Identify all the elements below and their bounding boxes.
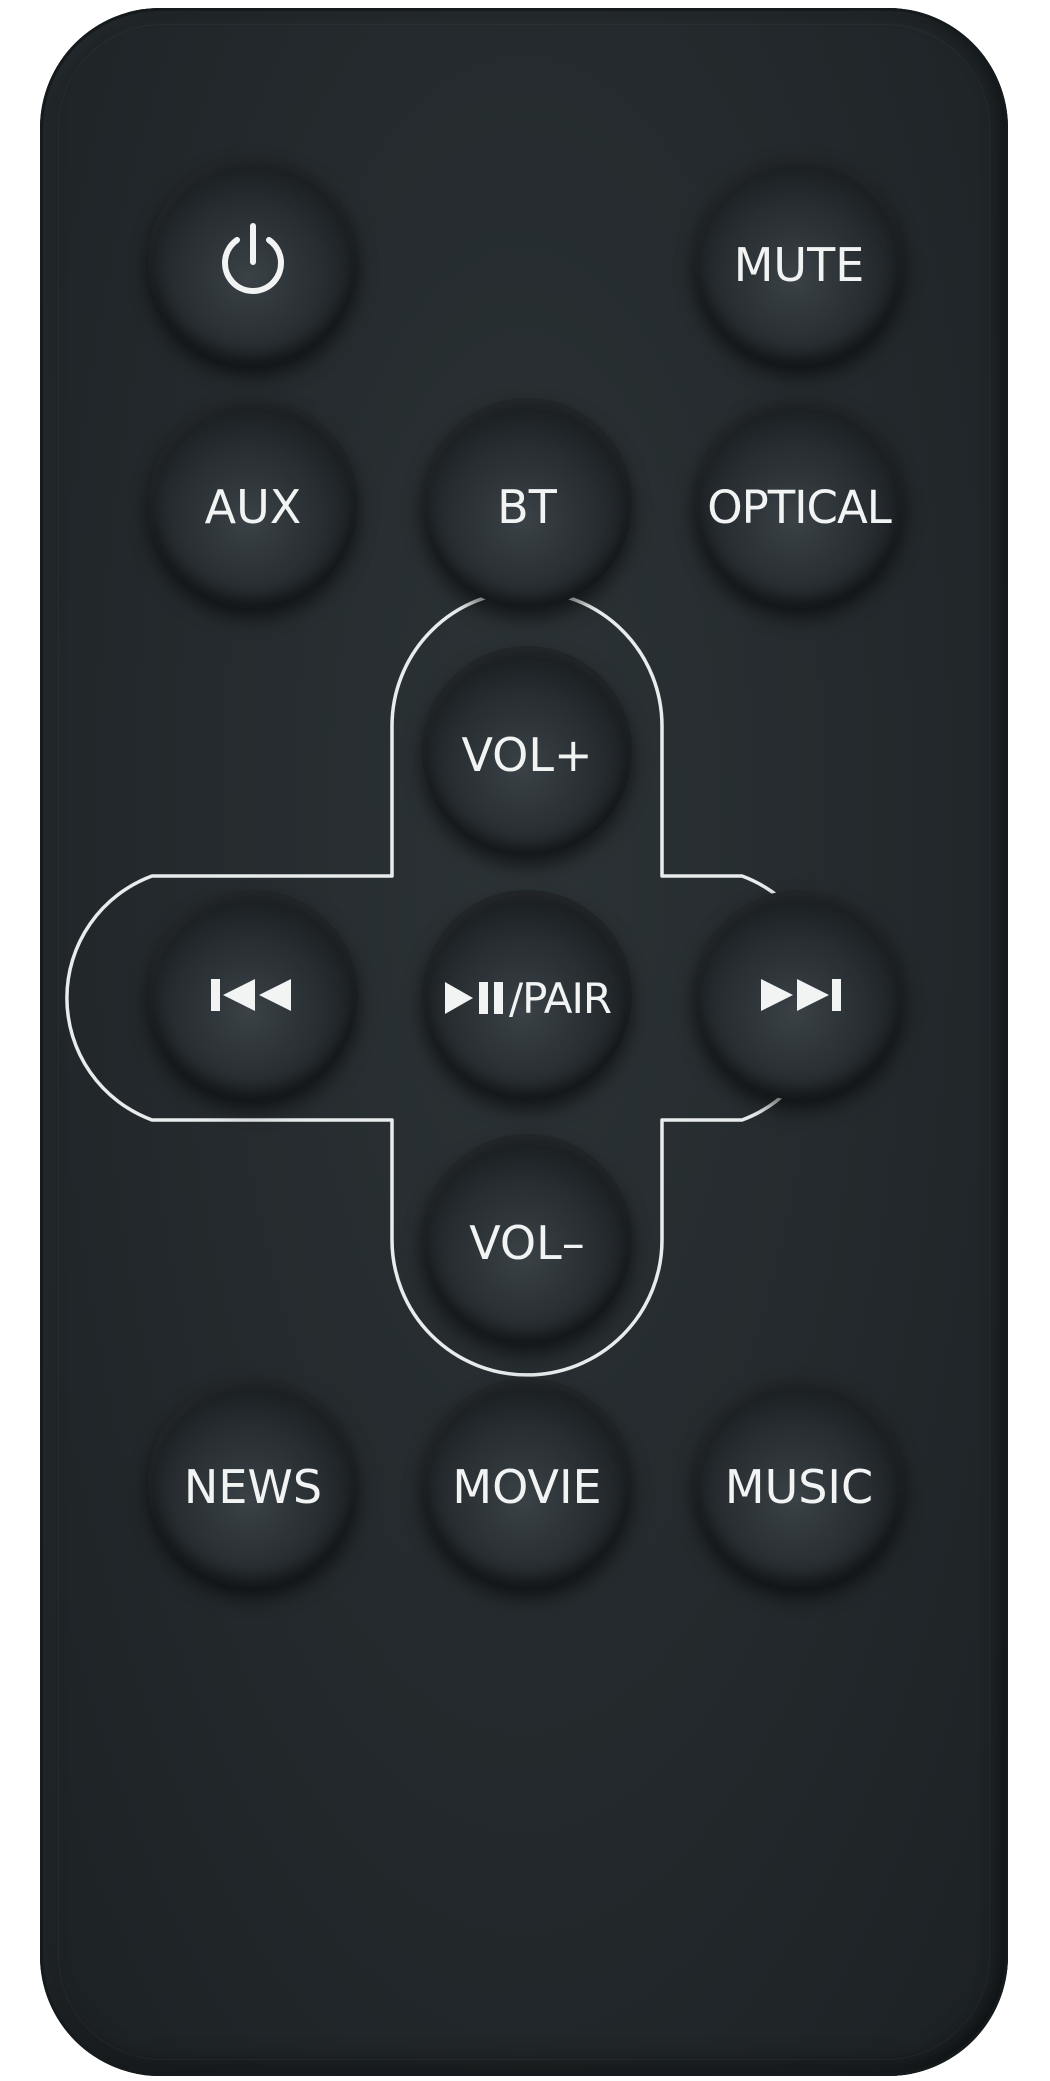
power-button[interactable] (148, 156, 358, 366)
mute-button[interactable]: MUTE (694, 156, 904, 366)
optical-label: OPTICAL (707, 480, 892, 534)
bt-label: BT (497, 480, 557, 534)
volume-up-label: VOL+ (461, 728, 593, 782)
power-icon (213, 218, 293, 304)
music-button[interactable]: MUSIC (694, 1378, 904, 1588)
previous-track-button[interactable] (148, 890, 358, 1100)
news-button[interactable]: NEWS (148, 1378, 358, 1588)
volume-down-label: VOL– (469, 1216, 585, 1270)
movie-label: MOVIE (452, 1460, 602, 1514)
previous-track-icon (207, 975, 299, 1015)
volume-up-button[interactable]: VOL+ (422, 646, 632, 856)
mute-label: MUTE (733, 238, 865, 292)
aux-label: AUX (204, 480, 302, 534)
optical-button[interactable]: OPTICAL (694, 398, 904, 608)
bt-button[interactable]: BT (422, 398, 632, 608)
news-label: NEWS (183, 1460, 323, 1514)
movie-button[interactable]: MOVIE (422, 1378, 632, 1588)
play-pause-pair-button[interactable]: /PAIR (422, 890, 632, 1100)
music-label: MUSIC (724, 1460, 874, 1514)
aux-button[interactable]: AUX (148, 398, 358, 608)
next-track-icon (753, 975, 845, 1015)
volume-down-button[interactable]: VOL– (422, 1134, 632, 1344)
play-pause-icon (443, 978, 509, 1018)
product-photo: MUTE AUX BT OPTICAL VOL+ /PAIR VOL– NEWS… (0, 0, 1050, 2081)
pair-label: /PAIR (508, 974, 612, 1023)
next-track-button[interactable] (694, 890, 904, 1100)
